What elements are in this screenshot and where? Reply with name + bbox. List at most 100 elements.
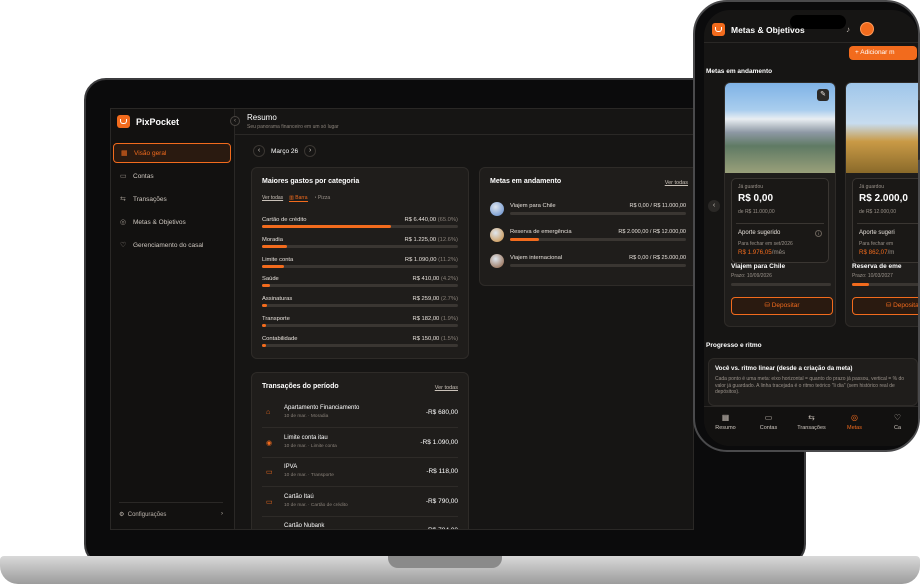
tab-resumo[interactable]: ▦ Resumo: [704, 407, 747, 446]
tab-metas[interactable]: ◎ Metas: [833, 407, 876, 446]
deposit-button[interactable]: ⛁ Deposital: [852, 297, 918, 315]
goals-view-all-link[interactable]: Ver todas: [665, 180, 688, 186]
bell-icon[interactable]: ♪: [846, 25, 850, 34]
sidebar-item-label: Metas & Objetivos: [133, 218, 186, 226]
phone-title: Metas & Objetivos: [731, 24, 805, 35]
category-name: Saúde: [262, 276, 279, 283]
table-row[interactable]: ▭ Cartão Nubank -R$ 784,00: [262, 520, 458, 529]
table-row[interactable]: ⌂ Apartamento Financiamento 10 de mar. · M…: [262, 402, 458, 428]
deposit-label: Deposital: [893, 302, 918, 309]
category-row-text: Moradia R$ 1.225,00 (12.6%): [262, 237, 458, 243]
transaction-name: Apartamento Financiamento: [284, 405, 360, 411]
chevron-right-icon: ›: [221, 511, 223, 517]
goal-progress-track: [852, 283, 918, 286]
device-mockup: PixPocket ▦ Visão geral ▭ Contas ⇆ Transações…: [0, 0, 920, 587]
laptop-notch: [388, 556, 502, 568]
settings-item[interactable]: ⚙ Configurações ›: [119, 502, 223, 518]
period-selector: ‹ Março 26 ›: [253, 145, 317, 157]
tab-view-all[interactable]: Ver todas: [262, 195, 283, 202]
category-row: Contabilidade R$ 150,00 (1.5%): [262, 336, 458, 347]
transaction-name: Cartão Nubank: [284, 523, 325, 529]
sidebar-item[interactable]: ♡ Gerenciamento do casal: [113, 235, 231, 255]
page-title: Resumo: [247, 113, 277, 122]
sidebar-item[interactable]: ◎ Metas & Objetivos: [113, 212, 231, 232]
goal-row[interactable]: Viajem internacional R$ 0,00 / R$ 25.000,…: [490, 254, 686, 270]
tab-bars-label: Barra: [295, 195, 308, 201]
tab-bars[interactable]: ▥ Barra: [289, 195, 308, 202]
coin-icon: ⛁: [885, 302, 894, 309]
goal-progress-bar: [510, 238, 540, 241]
brand[interactable]: PixPocket: [117, 115, 179, 128]
tab-label: Resumo: [715, 425, 736, 431]
table-row[interactable]: ▭ Cartão Itaú 10 de mar. · Cartão de crédi…: [262, 491, 458, 517]
goal-avatar: [490, 228, 504, 242]
category-bar-track: [262, 324, 458, 327]
goal-row[interactable]: Viajem para Chile R$ 0,00 / R$ 11.000,00: [490, 202, 686, 218]
wallet-icon: ▭: [764, 413, 773, 422]
category-name: Assinaturas: [262, 296, 293, 303]
progress-section-title: Progresso e ritmo: [706, 342, 762, 349]
phone-header: Metas & Objetivos: [712, 23, 805, 36]
goal-progress-track: [510, 264, 686, 267]
saved-amount: R$ 0,00: [738, 193, 774, 204]
goal-row[interactable]: Reserva de emergência R$ 2.000,00 / R$ 12…: [490, 228, 686, 244]
tab-pie[interactable]: ◔ Pizza: [314, 195, 331, 202]
suggested-contribution: Aporte sugeri Para fechar em R$ 862,07/m: [857, 223, 918, 263]
categories-card: Maiores gastos por categoria Ver todas ▥…: [251, 167, 469, 359]
category-row-text: Contabilidade R$ 150,00 (1.5%): [262, 336, 458, 342]
sidebar-item[interactable]: ▦ Visão geral: [113, 143, 231, 163]
table-row[interactable]: ◉ Limite conta itau 10 de mar. · Limite co…: [262, 432, 458, 458]
transactions-view-all-link[interactable]: Ver todas: [435, 385, 458, 391]
goal-summary-box: Já guardou R$ 0,00 de R$ 11.000,00 Aporte s…: [731, 178, 829, 263]
category-name: Contabilidade: [262, 335, 298, 342]
tab-contas[interactable]: ▭ Contas: [747, 407, 790, 446]
progress-card: Você vs. ritmo linear (desde a criação d…: [708, 358, 918, 406]
wallet-icon: ▭: [120, 172, 127, 180]
tab-label: Metas: [847, 425, 862, 431]
tab-transações[interactable]: ⇆ Transações: [790, 407, 833, 446]
category-row-text: Limite conta R$ 1.090,00 (11.2%): [262, 257, 458, 263]
prev-month-button[interactable]: ‹: [253, 145, 265, 157]
goal-deadline: Prazo: 10/09/2026: [731, 273, 772, 279]
transaction-name: IPVA: [284, 464, 298, 470]
sidebar: PixPocket ▦ Visão geral ▭ Contas ⇆ Transações…: [111, 109, 235, 529]
tab-label: Transações: [797, 425, 826, 431]
tab-ca[interactable]: ♡ Ca: [876, 407, 918, 446]
category-amount-wrap: R$ 259,00 (2.7%): [413, 296, 458, 302]
goal-progress-track: [510, 238, 686, 241]
laptop-screen: PixPocket ▦ Visão geral ▭ Contas ⇆ Transações…: [110, 108, 694, 530]
transaction-amount: -R$ 680,00: [425, 409, 458, 416]
carousel-prev-button[interactable]: ‹: [708, 200, 720, 212]
suggestion-unit: /mês: [771, 249, 786, 256]
transaction-name: Cartão Itaú: [284, 493, 314, 500]
avatar[interactable]: [860, 22, 874, 36]
saved-label: Já guardou: [859, 184, 885, 190]
category-bar-track: [262, 264, 458, 268]
pencil-icon[interactable]: ✎: [817, 89, 829, 101]
category-amount-wrap: R$ 6.440,00 (65.0%): [404, 217, 458, 223]
sidebar-item[interactable]: ▭ Contas: [113, 166, 231, 186]
category-name: Moradia: [262, 236, 283, 243]
category-percent: (11.2%): [438, 256, 458, 263]
category-bar: [262, 225, 392, 228]
category-amount-wrap: R$ 150,00 (1.5%): [413, 336, 458, 342]
goal-name: Viajem para Chile: [510, 203, 556, 209]
category-amount-wrap: R$ 182,00 (1.9%): [413, 316, 458, 322]
sidebar-item[interactable]: ⇆ Transações: [113, 189, 231, 209]
target-icon: ◎: [851, 413, 858, 422]
deposit-button[interactable]: ⛁ Depositar: [731, 297, 833, 315]
table-row[interactable]: ▭ IPVA 10 de mar. · Transporte -R$ 118,00: [262, 461, 458, 487]
next-month-button[interactable]: ›: [304, 145, 317, 157]
category-row: Cartão de crédito R$ 6.440,00 (65.0%): [262, 217, 458, 228]
add-goal-button[interactable]: + Adicionar m: [849, 46, 917, 60]
category-bar: [262, 284, 271, 288]
suggestion-subtitle: Para fechar em: [859, 241, 894, 247]
tab-pie-label: Pizza: [317, 195, 331, 201]
category-amount-wrap: R$ 410,00 (4.2%): [413, 276, 458, 282]
category-row-text: Assinaturas R$ 259,00 (2.7%): [262, 296, 458, 302]
category-percent: (2.7%): [440, 296, 458, 303]
category-row-text: Transporte R$ 182,00 (1.9%): [262, 316, 458, 322]
tab-label: Contas: [759, 425, 778, 431]
category-bar-track: [262, 343, 458, 347]
info-icon[interactable]: i: [815, 230, 822, 237]
